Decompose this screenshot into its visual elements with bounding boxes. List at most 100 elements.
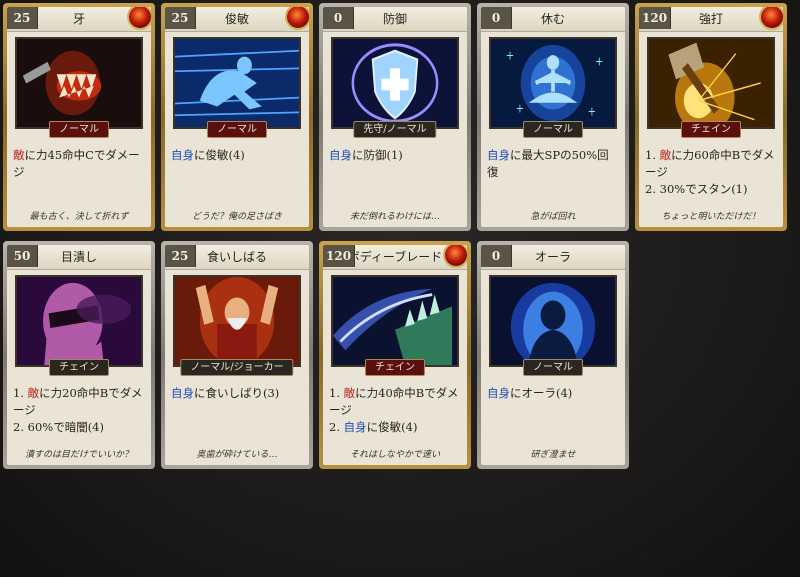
card-cost: 25	[165, 245, 196, 267]
svg-text:+: +	[595, 55, 603, 69]
card-art	[331, 275, 459, 367]
card-header: オーラ 0	[481, 245, 625, 270]
skill-card[interactable]: 食いしばる 25 ノーマル/ジョーカー 自身に食いしばり(3) 奥歯が砕けている…	[161, 241, 313, 469]
card-cost: 0	[481, 245, 512, 267]
card-face: 牙 25 ノーマル 敵に力45命中Cでダメージ 最も古く、決して折れず	[7, 7, 151, 227]
description-text: に俊敏(4)	[366, 420, 418, 434]
card-art	[15, 275, 143, 367]
card-type-tag: ノーマル/ジョーカー	[180, 359, 294, 376]
card-description: 1. 敵に力20命中Bでダメージ 2. 60%で暗闇(4)	[13, 385, 145, 436]
card-art	[173, 275, 301, 367]
target-enemy-keyword: 敵	[659, 148, 672, 162]
card-type-tag: チェイン	[49, 359, 109, 376]
description-text: に防御(1)	[352, 148, 403, 162]
description-line: 2. 60%で暗闇(4)	[13, 419, 145, 436]
card-cost: 0	[323, 7, 354, 29]
card-description: 1. 敵に力40命中Bでダメージ 2. 自身に俊敏(4)	[329, 385, 461, 436]
card-description: 自身に俊敏(4)	[171, 147, 303, 164]
card-face: オーラ 0 ノーマル 自身にオーラ(4) 研ぎ澄ませ	[481, 245, 625, 465]
skill-card[interactable]: 目潰し 50 チェイン 1. 敵に力20命中Bでダメージ 2. 60%で暗闇(4)…	[3, 241, 155, 469]
card-description: 自身に食いしばり(3)	[171, 385, 303, 402]
skill-card[interactable]: ボディーブレード 120 チェイン 1. 敵に力40命中Bでダメージ 2. 自身に…	[319, 241, 471, 469]
target-self-keyword: 自身	[343, 420, 367, 434]
rarity-emblem-icon	[443, 245, 467, 268]
card-description: 敵に力45命中Cでダメージ	[13, 147, 145, 181]
target-enemy-keyword: 敵	[27, 386, 40, 400]
card-flavor-text: 潰すのは目だけでいいか？	[24, 450, 133, 460]
description-text: に俊敏(4)	[194, 148, 245, 162]
skill-card[interactable]: 強打 120 チェイン 1. 敵に力60命中Bでダメージ 2. 30%でスタン(1…	[635, 3, 787, 231]
card-cost: 120	[639, 7, 672, 29]
description-line: 1. 敵に力40命中Bでダメージ	[329, 385, 461, 419]
card-type-tag: ノーマル	[523, 121, 583, 138]
description-line: 自身に食いしばり(3)	[171, 385, 303, 402]
card-flavor-text: どうだ？俺の足さばき	[191, 212, 282, 222]
svg-text:+: +	[516, 102, 524, 116]
skill-card[interactable]: オーラ 0 ノーマル 自身にオーラ(4) 研ぎ澄ませ	[477, 241, 629, 469]
card-type-tag: チェイン	[365, 359, 425, 376]
card-flavor-text: 未だ倒れるわけには…	[349, 212, 440, 222]
description-line: 2. 30%でスタン(1)	[645, 181, 777, 198]
card-flavor-text: ちょっと明いただけだ！	[661, 212, 761, 222]
card-flavor-text: 研ぎ澄ませ	[530, 450, 576, 460]
description-text: 2. 60%で暗闇(4)	[13, 420, 104, 434]
description-line: 自身に最大SPの50%回復	[487, 147, 619, 181]
description-text: 2.	[329, 420, 344, 434]
card-face: 目潰し 50 チェイン 1. 敵に力20命中Bでダメージ 2. 60%で暗闇(4)…	[7, 245, 151, 465]
blade-illustration	[333, 277, 457, 365]
skill-card[interactable]: 防御 0 先守/ノーマル 自身に防御(1) 未だ倒れるわけには…	[319, 3, 471, 231]
target-enemy-keyword: 敵	[343, 386, 356, 400]
description-text: 1.	[645, 148, 660, 162]
grit-illustration	[175, 277, 299, 365]
description-line: 敵に力45命中Cでダメージ	[13, 147, 145, 181]
card-flavor-text: 最も古く、決して折れず	[29, 212, 129, 222]
card-face: 強打 120 チェイン 1. 敵に力60命中Bでダメージ 2. 30%でスタン(1…	[639, 7, 783, 227]
description-line: 自身に俊敏(4)	[171, 147, 303, 164]
card-type-tag: チェイン	[681, 121, 741, 138]
card-art	[647, 37, 775, 129]
card-face: 休む 0 + + + + ノーマル 自身に最大SPの50%回復 急がば回れ	[481, 7, 625, 227]
card-cost: 25	[165, 7, 196, 29]
card-header: 防御 0	[323, 7, 467, 32]
hammer-illustration	[649, 39, 773, 127]
card-header: 休む 0	[481, 7, 625, 32]
skill-card[interactable]: 休む 0 + + + + ノーマル 自身に最大SPの50%回復 急がば回れ	[477, 3, 629, 231]
card-header: 俊敏 25	[165, 7, 309, 32]
target-self-keyword: 自身	[171, 148, 194, 162]
rarity-emblem-icon	[285, 7, 309, 30]
card-header: 強打 120	[639, 7, 783, 32]
svg-text:+: +	[506, 49, 514, 63]
shield-illustration	[333, 39, 457, 127]
card-header: ボディーブレード 120	[323, 245, 467, 270]
blind-illustration	[17, 277, 141, 365]
description-text: に食いしばり(3)	[194, 386, 280, 400]
svg-text:+: +	[588, 104, 596, 118]
target-self-keyword: 自身	[487, 148, 510, 162]
card-cost: 0	[481, 7, 512, 29]
description-text: に力45命中Cでダメージ	[13, 148, 140, 179]
skill-card[interactable]: 俊敏 25 ノーマル 自身に俊敏(4) どうだ？俺の足さばき	[161, 3, 313, 231]
card-header: 食いしばる 25	[165, 245, 309, 270]
card-type-tag: ノーマル	[49, 121, 109, 138]
description-text: 1.	[329, 386, 344, 400]
description-text: 1.	[13, 386, 28, 400]
aura-illustration	[491, 277, 615, 365]
description-line: 自身に防御(1)	[329, 147, 461, 164]
card-face: 防御 0 先守/ノーマル 自身に防御(1) 未だ倒れるわけには…	[323, 7, 467, 227]
target-self-keyword: 自身	[329, 148, 352, 162]
target-self-keyword: 自身	[171, 386, 194, 400]
card-type-tag: ノーマル	[523, 359, 583, 376]
description-line: 1. 敵に力60命中Bでダメージ	[645, 147, 777, 181]
card-flavor-text: 奥歯が砕けている…	[196, 450, 278, 460]
rarity-emblem-icon	[759, 7, 783, 30]
card-description: 自身に防御(1)	[329, 147, 461, 164]
skill-card[interactable]: 牙 25 ノーマル 敵に力45命中Cでダメージ 最も古く、決して折れず	[3, 3, 155, 231]
card-cost: 120	[323, 245, 356, 267]
card-flavor-text: 急がば回れ	[530, 212, 576, 222]
card-description: 自身に最大SPの50%回復	[487, 147, 619, 181]
description-line: 1. 敵に力20命中Bでダメージ	[13, 385, 145, 419]
card-cost: 50	[7, 245, 38, 267]
rarity-emblem-icon	[127, 7, 151, 30]
description-line: 2. 自身に俊敏(4)	[329, 419, 461, 436]
card-cost: 25	[7, 7, 38, 29]
